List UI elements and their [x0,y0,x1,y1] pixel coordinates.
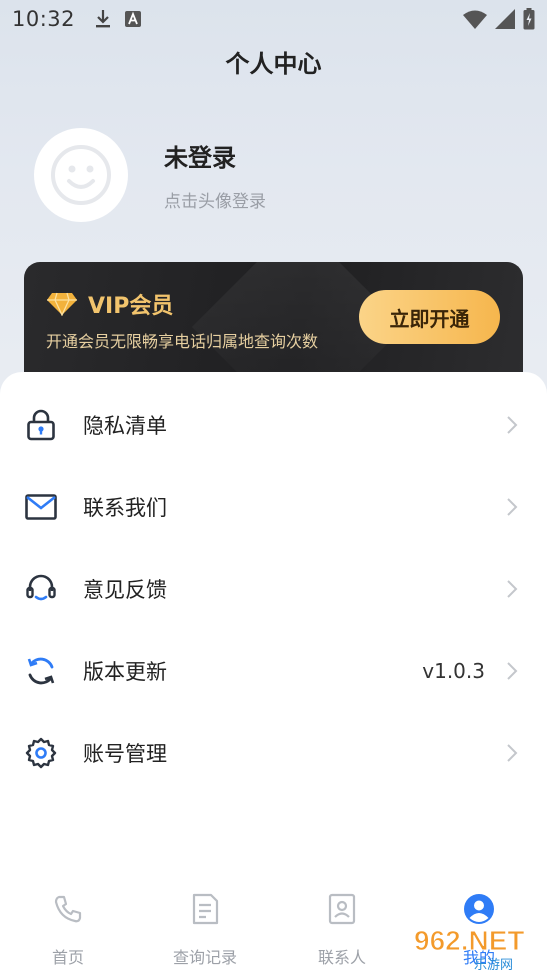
phone-icon [54,895,82,923]
watermark-text: 962.NET [414,925,525,956]
diamond-icon [47,292,77,316]
tab-label-home: 首页 [51,948,84,967]
menu-label-account-management: 账号管理 [83,742,167,766]
vip-description: 开通会员无限畅享电话归属地查询次数 [46,332,319,351]
chevron-right-icon [507,498,518,516]
chevron-right-icon [507,662,518,680]
refresh-icon [27,657,55,685]
menu-label-version-update: 版本更新 [83,660,167,684]
battery-icon [523,8,535,30]
profile-subtitle[interactable]: 点击头像登录 [164,187,266,212]
a-icon [125,11,142,27]
tab-home[interactable]: 首页 [0,878,136,974]
menu-item-version-update[interactable]: 版本更新 v1.0.3 [0,630,547,712]
chevron-right-icon [507,580,518,598]
menu-label-contact-us: 联系我们 [83,496,167,520]
menu-label-privacy: 隐私清单 [83,414,167,438]
version-value: v1.0.3 [422,659,485,683]
status-time: 10:32 [12,7,76,31]
watermark-subtext: 乐游网 [474,958,513,972]
document-icon [192,893,219,925]
user-icon [464,894,494,924]
smiley-avatar-icon [51,145,111,205]
headset-icon [26,574,56,601]
gear-icon [25,737,57,769]
menu-label-feedback: 意见反馈 [83,578,167,602]
profile-name[interactable]: 未登录 [164,138,266,173]
menu-item-feedback[interactable]: 意见反馈 [0,548,547,630]
vip-card: VIP会员 开通会员无限畅享电话归属地查询次数 立即开通 [24,262,523,390]
menu-item-privacy[interactable]: 隐私清单 [0,384,547,466]
signal-icon [495,9,515,29]
vip-title: VIP会员 [88,294,174,319]
tab-query-records[interactable]: 查询记录 [137,878,273,974]
wifi-icon [463,10,487,29]
contact-book-icon [328,893,356,925]
avatar[interactable] [34,128,128,222]
page-title: 个人中心 [225,50,322,78]
profile-section[interactable]: 未登录 点击头像登录 [34,128,266,222]
lock-icon [27,409,55,441]
open-vip-button[interactable]: 立即开通 [359,290,500,344]
tab-label-query-records: 查询记录 [172,948,237,967]
menu-item-contact-us[interactable]: 联系我们 [0,466,547,548]
download-icon [96,10,111,28]
mail-icon [25,494,57,520]
menu-item-account-management[interactable]: 账号管理 [0,712,547,794]
tab-label-contacts: 联系人 [317,948,366,967]
chevron-right-icon [507,744,518,762]
chevron-right-icon [507,416,518,434]
watermark-logo: 962.NET 乐游网 [414,925,526,973]
status-bar: 10:32 [0,0,547,38]
tab-contacts[interactable]: 联系人 [274,878,410,974]
